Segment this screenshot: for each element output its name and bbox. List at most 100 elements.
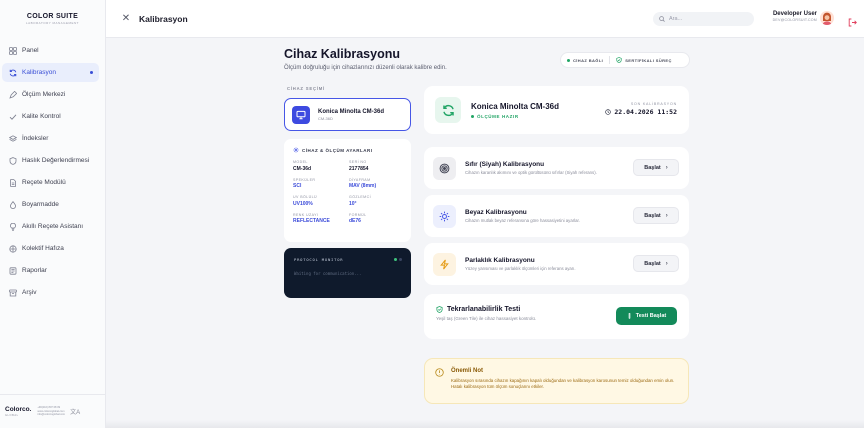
device-select-card[interactable]: Konica Minolta CM-36d CM-36D <box>284 98 411 131</box>
setting-label: SERİ NO <box>349 160 367 164</box>
bolt-icon <box>433 252 456 276</box>
button-label: Testi Başlat <box>635 313 667 319</box>
settings-title: CİHAZ & ÖLÇÜM AYARLARI <box>302 147 373 153</box>
sidebar-item-haslik[interactable]: Haslık Değerlendirmesi <box>2 151 99 170</box>
setting-label: SPEKÜLER <box>293 177 316 182</box>
setting-label: UV BÖLÜLÜ <box>293 195 317 199</box>
check-icon <box>8 112 17 121</box>
status-pill: CİHAZ BAĞLI SERTİFİKALI SÜREÇ <box>560 52 690 68</box>
topbar: ✕ Kalibrasyon Developer User DEV@COLORSU… <box>106 0 864 38</box>
start-gloss-calibration-button[interactable]: Başlat › <box>633 255 679 272</box>
drop-icon <box>8 200 17 209</box>
device-status-card: Konica Minolta CM-36d ÖLÇÜME HAZIR SON K… <box>424 86 689 134</box>
setting-field: RENK UZAYI REFLECTANCE <box>293 213 349 225</box>
sidebar-item-label: Reçete Modülü <box>22 179 66 186</box>
sidebar-item-kalibrasyon[interactable]: Kalibrasyon <box>2 63 99 82</box>
setting-value: UV100% <box>293 200 313 207</box>
brand-logo[interactable]: COLOR SUITE LABORATORY MANAGEMENT <box>0 0 105 38</box>
info-icon <box>435 368 444 377</box>
sidebar-item-label: Haslık Değerlendirmesi <box>22 157 90 164</box>
protocol-monitor: PROTOCOL MONITOR Waiting for communicati… <box>284 248 411 298</box>
sidebar-item-label: İndeksler <box>22 135 49 142</box>
sidebar-item-label: Kolektif Hafıza <box>22 245 64 252</box>
sidebar-item-label: Raporlar <box>22 267 47 274</box>
status-device-name: Konica Minolta CM-36d <box>471 101 560 111</box>
refresh-icon <box>8 68 17 77</box>
search-icon <box>659 16 665 22</box>
sidebar-item-akilli-recete[interactable]: Akıllı Reçete Asistanı <box>2 217 99 236</box>
archive-icon <box>8 288 17 297</box>
sidebar-item-indeksler[interactable]: İndeksler <box>2 129 99 148</box>
tube-icon <box>628 313 631 319</box>
main-subtitle: Ölçüm doğruluğu için cihazlarınızı düzen… <box>284 65 447 71</box>
calibration-card-gloss: Parlaklık Kalibrasyonu Yüzey yansıması v… <box>424 243 689 285</box>
company-logo-text: Colorco. <box>5 406 32 413</box>
divider <box>609 56 611 64</box>
calibration-card-white: Beyaz Kalibrasyonu Cihazın mutlak beyaz … <box>424 195 689 237</box>
note-title: Önemli Not <box>451 368 484 374</box>
status-dot <box>471 114 474 118</box>
sidebar-item-olcum-merkezi[interactable]: Ölçüm Merkezi <box>2 85 99 104</box>
sidebar-item-arsiv[interactable]: Arşiv <box>2 283 99 302</box>
setting-label: RENK UZAYI <box>293 212 319 217</box>
sidebar-item-boyarmadde[interactable]: Boyarmadde <box>2 195 99 214</box>
last-calibration-value: 22.04.2026 11:52 <box>605 108 677 116</box>
setting-value: CM-36d <box>293 165 312 172</box>
device-code: CM-36D <box>318 115 333 121</box>
monitor-text: Waiting for communication... <box>294 271 362 276</box>
chevron-right-icon: › <box>665 260 668 267</box>
note-text: Kalibrasyon sırasında cihazın kapağının … <box>451 378 675 390</box>
setting-field: UV BÖLÜLÜ UV100% <box>293 195 349 207</box>
sync-icon <box>435 97 461 123</box>
setting-label: FORMÜL <box>349 212 367 217</box>
sidebar-item-recete-modulu[interactable]: Reçete Modülü <box>2 173 99 192</box>
sidebar-item-panel[interactable]: Panel <box>2 41 99 60</box>
setting-value: 2177854 <box>349 165 369 172</box>
search-box[interactable] <box>653 12 754 26</box>
important-note: Önemli Not Kalibrasyon sırasında cihazın… <box>424 358 689 404</box>
setting-field: SERİ NO 2177854 <box>349 160 405 172</box>
monitor-icon <box>292 105 310 124</box>
sidebar-item-label: Ölçüm Merkezi <box>22 91 66 98</box>
last-calibration-label: SON KALİBRASYON <box>630 102 677 106</box>
start-black-calibration-button[interactable]: Başlat › <box>633 159 679 176</box>
calibration-title: Sıfır (Siyah) Kalibrasyonu <box>465 161 545 168</box>
button-label: Başlat <box>644 260 661 267</box>
sidebar-item-label: Akıllı Reçete Asistanı <box>22 223 84 230</box>
user-info[interactable]: Developer User DEV@COLORSUIT.COM <box>767 11 817 22</box>
setting-field: GÖZLEMCİ 10° <box>349 195 405 207</box>
brand-subtitle: LABORATORY MANAGEMENT <box>26 21 79 25</box>
settings-grid: MODEL CM-36d SERİ NO 2177854 SPEKÜLER SCI D… <box>293 160 402 224</box>
pen-icon <box>8 90 17 99</box>
logout-icon[interactable] <box>848 14 857 27</box>
calibration-desc: Yüzey yansıması ve parlaklık ölçümleri i… <box>465 266 576 271</box>
monitor-title: PROTOCOL MONITOR <box>294 257 344 262</box>
sidebar-item-kolektif-hafiza[interactable]: Kolektif Hafıza <box>2 239 99 258</box>
company-logo: Colorco. GLOBAL <box>5 406 31 417</box>
bottom-scrollbar[interactable] <box>106 420 864 428</box>
setting-value: 10° <box>349 200 357 207</box>
shield-check-icon <box>616 57 622 63</box>
start-white-calibration-button[interactable]: Başlat › <box>633 207 679 224</box>
page-title: Kalibrasyon <box>139 13 188 24</box>
active-indicator <box>90 71 93 74</box>
settings-header: CİHAZ & ÖLÇÜM AYARLARI <box>293 147 402 153</box>
start-test-button[interactable]: Testi Başlat <box>616 307 677 325</box>
sidebar-item-kalite-kontrol[interactable]: Kalite Kontrol <box>2 107 99 126</box>
avatar[interactable] <box>820 11 834 25</box>
device-connected-label: CİHAZ BAĞLI <box>573 57 604 63</box>
sidebar-item-raporlar[interactable]: Raporlar <box>2 261 99 280</box>
calibration-title: Beyaz Kalibrasyonu <box>465 209 527 216</box>
monitor-status-dots <box>392 258 402 261</box>
target-icon <box>433 156 456 180</box>
calibration-card-black: Sıfır (Siyah) Kalibrasyonu Cihazın karan… <box>424 147 689 189</box>
close-icon[interactable]: ✕ <box>121 13 131 24</box>
contact-email[interactable]: info@colorcoglobal.com <box>37 413 65 417</box>
sidebar-item-label: Boyarmadde <box>22 201 59 208</box>
search-input[interactable] <box>669 16 749 22</box>
button-label: Başlat <box>644 212 661 219</box>
chevron-right-icon: › <box>665 212 668 219</box>
sidebar-item-label: Panel <box>22 47 39 54</box>
language-icon[interactable]: 文A <box>70 407 80 416</box>
calibration-title: Parlaklık Kalibrasyonu <box>465 257 535 264</box>
